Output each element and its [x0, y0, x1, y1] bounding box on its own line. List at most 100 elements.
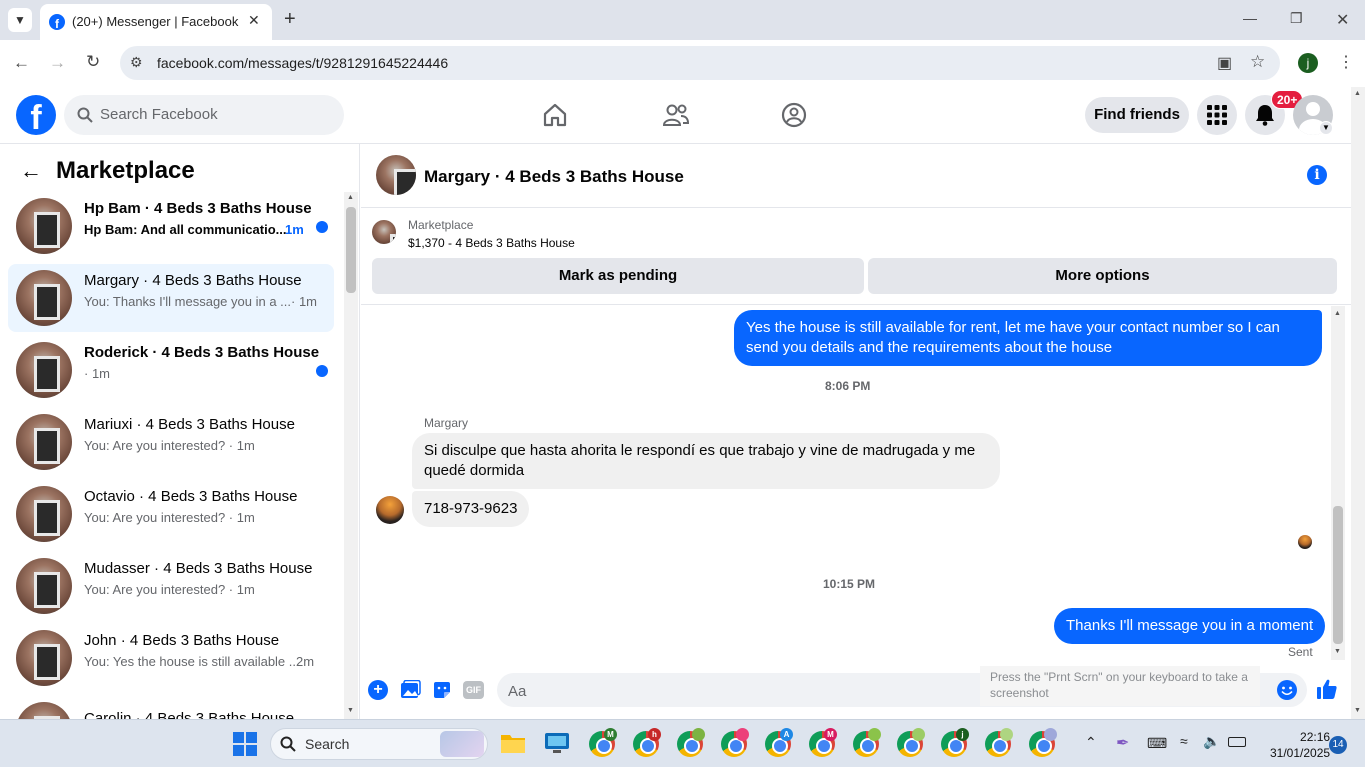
- account-chevron-icon[interactable]: ▼: [1319, 121, 1333, 135]
- message-status: Sent: [1288, 645, 1313, 659]
- chat-listing-avatar[interactable]: [376, 155, 416, 195]
- listing-price[interactable]: $1,370 - 4 Beds 3 Baths House: [408, 236, 575, 250]
- profile-avatar[interactable]: j: [1298, 53, 1318, 73]
- tab-search-button[interactable]: ▼: [8, 8, 32, 32]
- profile-badge: M: [604, 728, 617, 741]
- conversation-item[interactable]: Mudasser · 4 Beds 3 Baths House You: Are…: [8, 552, 334, 620]
- scroll-up-icon[interactable]: ▲: [347, 194, 354, 201]
- conversation-snippet: You: Yes the house is still available ..…: [84, 654, 300, 669]
- plus-icon[interactable]: +: [368, 680, 388, 700]
- listing-category: Marketplace: [408, 218, 474, 232]
- conversation-time: · 1m: [291, 294, 317, 309]
- conversation-item[interactable]: Hp Bam · 4 Beds 3 Baths House Hp Bam: An…: [8, 192, 334, 260]
- pen-icon[interactable]: ✒: [1116, 733, 1129, 753]
- browser-menu-icon[interactable]: ⋮: [1338, 52, 1354, 72]
- timestamp: 8:06 PM: [825, 379, 871, 393]
- read-receipt-avatar: [1298, 535, 1312, 549]
- home-icon[interactable]: [542, 102, 568, 128]
- facebook-favicon-icon: f: [49, 14, 65, 30]
- more-options-button[interactable]: More options: [868, 258, 1337, 294]
- forward-icon[interactable]: →: [49, 53, 66, 73]
- restore-icon[interactable]: ❐: [1290, 10, 1303, 27]
- sender-avatar[interactable]: [376, 496, 404, 524]
- conversation-item[interactable]: Roderick · 4 Beds 3 Baths House · 1m: [8, 336, 334, 404]
- info-icon[interactable]: i: [1307, 165, 1327, 185]
- chat-scroll-down-icon[interactable]: ▼: [1334, 648, 1341, 655]
- search-highlight-icon: [440, 731, 484, 757]
- conversation-name: Margary · 4 Beds 3 Baths House: [84, 272, 302, 289]
- reload-icon[interactable]: ↻: [86, 52, 100, 72]
- battery-icon[interactable]: [1228, 737, 1246, 747]
- avatar-head: [1306, 102, 1320, 116]
- site-settings-icon[interactable]: ⚙: [130, 54, 143, 71]
- minimize-icon[interactable]: —: [1243, 10, 1257, 26]
- windows-start-icon[interactable]: [233, 732, 257, 756]
- profile-badge: h: [648, 728, 661, 741]
- new-tab-icon[interactable]: +: [284, 8, 296, 31]
- conversation-item-active[interactable]: Margary · 4 Beds 3 Baths House You: Than…: [8, 264, 334, 332]
- search-placeholder: Search Facebook: [100, 106, 218, 123]
- listing-small-thumbnail[interactable]: [372, 220, 396, 244]
- tab-close-icon[interactable]: ✕: [248, 12, 260, 29]
- back-arrow-icon[interactable]: ←: [20, 158, 42, 184]
- tray-overflow-icon[interactable]: ⌃: [1085, 734, 1097, 751]
- page-scroll-up-icon[interactable]: ▲: [1354, 90, 1361, 97]
- conversation-snippet: · 1m: [84, 366, 110, 381]
- close-window-icon[interactable]: ✕: [1336, 10, 1349, 30]
- file-explorer-icon[interactable]: [500, 732, 526, 754]
- scroll-down-icon[interactable]: ▼: [347, 707, 354, 714]
- gif-icon[interactable]: GIF: [463, 681, 484, 699]
- unread-dot: [316, 365, 328, 377]
- chat-title[interactable]: Margary · 4 Beds 3 Baths House: [424, 167, 684, 187]
- panel-title: Marketplace: [56, 157, 195, 184]
- bookmark-star-icon[interactable]: ☆: [1250, 52, 1265, 72]
- browser-tab[interactable]: f (20+) Messenger | Facebook ✕: [40, 4, 272, 40]
- listing-thumbnail: [16, 198, 72, 254]
- taskbar-search-label: Search: [305, 736, 350, 752]
- mark-as-pending-button[interactable]: Mark as pending: [372, 258, 864, 294]
- friends-icon[interactable]: [662, 102, 690, 128]
- sender-name: Margary: [424, 416, 469, 430]
- outgoing-message[interactable]: Yes the house is still available for ren…: [734, 310, 1322, 366]
- url-text[interactable]: facebook.com/messages/t/9281291645224446: [157, 55, 448, 71]
- listing-thumbnail: [16, 630, 72, 686]
- conversation-item[interactable]: Mariuxi · 4 Beds 3 Baths House You: Are …: [8, 408, 334, 476]
- install-app-icon[interactable]: ▣: [1217, 53, 1232, 73]
- notification-count-badge[interactable]: 14: [1329, 736, 1347, 754]
- thumbs-up-icon[interactable]: [1316, 678, 1338, 700]
- remote-desktop-icon[interactable]: [544, 732, 570, 754]
- clock-date: 31/01/2025: [1270, 746, 1331, 760]
- page-scrollbar[interactable]: [1351, 87, 1365, 719]
- facebook-logo-icon[interactable]: f: [16, 95, 56, 135]
- groups-icon[interactable]: [781, 102, 807, 128]
- chat-scrollbar-thumb[interactable]: [1333, 506, 1343, 644]
- conversation-item[interactable]: Carolin · 4 Beds 3 Baths House: [8, 696, 334, 719]
- back-icon[interactable]: ←: [13, 53, 30, 73]
- page-scroll-down-icon[interactable]: ▼: [1354, 707, 1361, 714]
- taskbar-clock[interactable]: 22:16 31/01/2025: [1270, 729, 1330, 761]
- screenshot-tooltip: Press the "Prnt Scrn" on your keyboard t…: [980, 666, 1260, 706]
- clock-time: 22:16: [1300, 730, 1331, 744]
- sticker-icon[interactable]: [432, 680, 452, 700]
- keyboard-icon[interactable]: ⌨: [1147, 735, 1167, 752]
- conversation-snippet: You: Are you interested? · 1m: [84, 438, 255, 453]
- scrollbar-thumb[interactable]: [346, 207, 356, 293]
- volume-icon[interactable]: 🔈: [1203, 733, 1220, 750]
- emoji-icon[interactable]: [1277, 680, 1297, 700]
- apps-grid-icon: [1207, 105, 1227, 125]
- incoming-message[interactable]: Si disculpe que hasta ahorita le respond…: [412, 433, 1000, 489]
- chat-scroll-up-icon[interactable]: ▲: [1334, 310, 1341, 317]
- tab-title: (20+) Messenger | Facebook: [72, 14, 239, 29]
- find-friends-button[interactable]: Find friends: [1085, 97, 1189, 133]
- profile-badge: [1044, 728, 1057, 741]
- conversation-name: Hp Bam · 4 Beds 3 Baths House: [84, 200, 312, 217]
- conversation-item[interactable]: John · 4 Beds 3 Baths House You: Yes the…: [8, 624, 334, 692]
- outgoing-message[interactable]: Thanks I'll message you in a moment: [1054, 608, 1326, 644]
- menu-button[interactable]: [1197, 95, 1237, 135]
- incoming-message[interactable]: 718-973-9623: [412, 491, 530, 527]
- bell-icon: [1256, 105, 1274, 126]
- photo-icon[interactable]: [400, 680, 421, 700]
- wifi-icon[interactable]: ≈: [1180, 733, 1188, 749]
- conversation-item[interactable]: Octavio · 4 Beds 3 Baths House You: Are …: [8, 480, 334, 548]
- conversation-name: Roderick · 4 Beds 3 Baths House: [84, 344, 320, 361]
